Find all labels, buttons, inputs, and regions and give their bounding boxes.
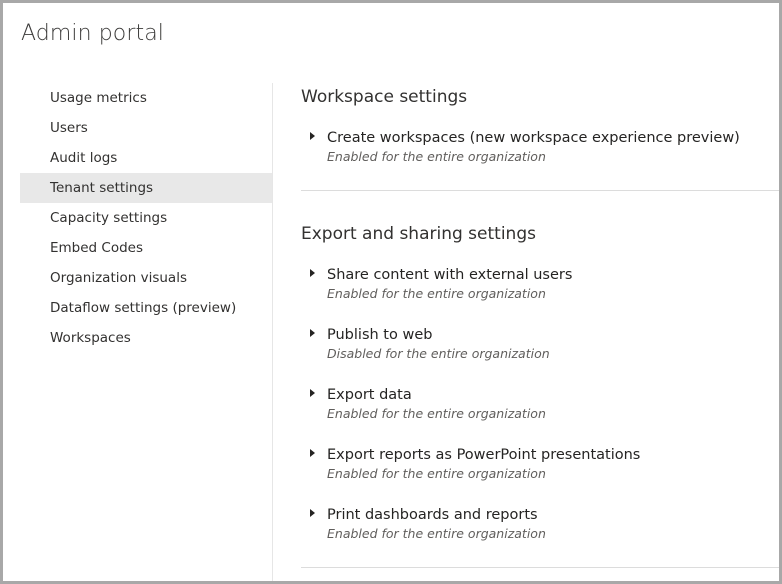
setting-status: Disabled for the entire organization	[327, 346, 550, 361]
workspace-settings-section: Workspace settings Create workspaces (ne…	[301, 87, 779, 191]
tenant-settings-panel: Workspace settings Create workspaces (ne…	[301, 83, 779, 568]
section-divider	[301, 567, 779, 568]
caret-right-icon[interactable]	[310, 509, 315, 517]
setting-create-workspaces[interactable]: Create workspaces (new workspace experie…	[301, 128, 779, 166]
setting-name: Share content with external users	[327, 267, 573, 283]
setting-name: Export data	[327, 387, 412, 403]
setting-name: Publish to web	[327, 327, 433, 343]
setting-status: Enabled for the entire organization	[327, 149, 546, 164]
setting-status: Enabled for the entire organization	[327, 286, 546, 301]
setting-name: Print dashboards and reports	[327, 507, 538, 523]
setting-publish-to-web[interactable]: Publish to web Disabled for the entire o…	[301, 325, 779, 363]
setting-export-data[interactable]: Export data Enabled for the entire organ…	[301, 385, 779, 423]
sidebar-item-workspaces[interactable]: Workspaces	[20, 323, 272, 353]
section-title: Workspace settings	[301, 87, 468, 107]
section-divider	[301, 190, 779, 191]
setting-status: Enabled for the entire organization	[327, 526, 546, 541]
setting-name: Export reports as PowerPoint presentatio…	[327, 447, 641, 463]
caret-right-icon[interactable]	[310, 389, 315, 397]
setting-status: Enabled for the entire organization	[327, 406, 546, 421]
sidebar-divider	[272, 83, 273, 581]
caret-right-icon[interactable]	[310, 329, 315, 337]
caret-right-icon[interactable]	[310, 449, 315, 457]
sidebar-item-capacity-settings[interactable]: Capacity settings	[20, 203, 272, 233]
sidebar-item-usage-metrics[interactable]: Usage metrics	[20, 83, 272, 113]
sidebar-nav: Usage metrics Users Audit logs Tenant se…	[20, 83, 272, 353]
sidebar-item-users[interactable]: Users	[20, 113, 272, 143]
setting-status: Enabled for the entire organization	[327, 466, 546, 481]
setting-print-dashboards[interactable]: Print dashboards and reports Enabled for…	[301, 505, 779, 543]
setting-name: Create workspaces (new workspace experie…	[327, 130, 740, 146]
sidebar-item-tenant-settings[interactable]: Tenant settings	[20, 173, 272, 203]
caret-right-icon[interactable]	[310, 132, 315, 140]
sidebar-item-dataflow-settings[interactable]: Dataflow settings (preview)	[20, 293, 272, 323]
setting-export-powerpoint[interactable]: Export reports as PowerPoint presentatio…	[301, 445, 779, 483]
export-sharing-settings-section: Export and sharing settings Share conten…	[301, 224, 779, 568]
section-title: Export and sharing settings	[301, 224, 536, 244]
admin-portal-window: Admin portal Usage metrics Users Audit l…	[0, 0, 782, 584]
setting-share-external-users[interactable]: Share content with external users Enable…	[301, 265, 779, 303]
sidebar-item-embed-codes[interactable]: Embed Codes	[20, 233, 272, 263]
sidebar-item-organization-visuals[interactable]: Organization visuals	[20, 263, 272, 293]
caret-right-icon[interactable]	[310, 269, 315, 277]
sidebar-item-audit-logs[interactable]: Audit logs	[20, 143, 272, 173]
page-title: Admin portal	[21, 21, 164, 46]
